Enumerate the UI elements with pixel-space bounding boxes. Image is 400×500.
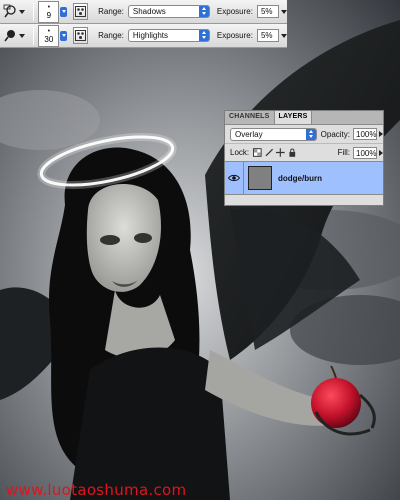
brush-panel-icon — [75, 6, 87, 17]
divider — [32, 2, 35, 21]
select-arrows-icon — [198, 30, 209, 41]
watermark-text: www.luotaoshuma.com — [6, 481, 187, 499]
range-label: Range: — [98, 7, 124, 16]
brush-size: 9 — [46, 10, 52, 20]
lock-row: Lock: Fill: 100% — [225, 143, 384, 161]
tab-layers[interactable]: LAYERS — [273, 111, 313, 124]
brush-panel-button[interactable] — [73, 3, 89, 20]
brush-tip-icon: • — [47, 3, 51, 11]
lock-transparency-icon[interactable] — [253, 148, 262, 157]
divider — [32, 26, 35, 45]
range-select[interactable]: Highlights — [127, 29, 210, 42]
exposure-label: Exposure: — [216, 31, 253, 40]
burn-tool-icon — [4, 30, 15, 42]
exposure-input[interactable]: 5% — [256, 29, 280, 42]
blend-mode-select[interactable]: Overlay — [230, 127, 317, 141]
chevron-down-icon — [19, 33, 25, 38]
range-value: Highlights — [132, 31, 169, 40]
tab-channels[interactable]: CHANNELS — [225, 111, 274, 124]
opacity-input[interactable]: 100% — [353, 128, 377, 140]
visibility-toggle[interactable] — [225, 162, 244, 194]
layer-name: dodge/burn — [278, 173, 322, 183]
range-label: Range: — [98, 31, 124, 40]
range-select[interactable]: Shadows — [127, 5, 210, 18]
dodge-tool-icon — [3, 4, 16, 18]
brush-picker[interactable]: • 9 — [38, 0, 68, 23]
eye-icon — [228, 174, 240, 182]
brush-panel-button[interactable] — [73, 27, 89, 44]
exposure-slider-arrow-icon[interactable] — [281, 33, 288, 38]
lock-position-icon[interactable] — [276, 148, 285, 157]
select-arrows-icon — [305, 128, 316, 140]
chevron-down-icon — [60, 30, 68, 41]
fill-label: Fill: — [337, 148, 351, 157]
burn-options-bar: • 30 Range: Highlights Exposure: 5% — [0, 24, 288, 48]
exposure-input[interactable]: 5% — [256, 5, 280, 18]
opacity-label: Opacity: — [320, 129, 350, 139]
lock-label: Lock: — [230, 148, 250, 157]
select-arrows-icon — [198, 6, 209, 17]
exposure-label: Exposure: — [216, 7, 253, 16]
exposure-slider-arrow-icon[interactable] — [281, 9, 288, 14]
brush-picker[interactable]: • 30 — [38, 24, 68, 47]
layer-row[interactable]: dodge/burn — [225, 161, 383, 195]
tool-preset-picker[interactable] — [3, 3, 29, 21]
artwork-canvas — [0, 0, 400, 500]
layer-thumbnail — [248, 166, 272, 190]
panel-tabs: CHANNELS LAYERS — [225, 111, 383, 125]
opacity-slider-arrow-icon[interactable] — [379, 131, 383, 137]
lock-all-icon[interactable] — [288, 148, 297, 157]
fill-input[interactable]: 100% — [353, 146, 378, 159]
chevron-down-icon — [19, 9, 25, 14]
lock-pixels-icon[interactable] — [265, 148, 274, 157]
brush-size: 30 — [44, 34, 54, 44]
dodge-options-bar: • 9 Range: Shadows Exposure: 5% — [0, 0, 288, 24]
brush-panel-icon — [75, 30, 87, 41]
fill-slider-arrow-icon[interactable] — [379, 149, 384, 156]
brush-tip-icon: • — [47, 27, 51, 35]
blend-mode-value: Overlay — [235, 129, 263, 139]
tool-preset-picker[interactable] — [3, 27, 29, 45]
layers-panel: CHANNELS LAYERS Overlay Opacity: 100% Lo… — [224, 110, 384, 206]
chevron-down-icon — [60, 6, 68, 17]
blend-row: Overlay Opacity: 100% — [225, 125, 383, 143]
range-value: Shadows — [132, 7, 166, 16]
